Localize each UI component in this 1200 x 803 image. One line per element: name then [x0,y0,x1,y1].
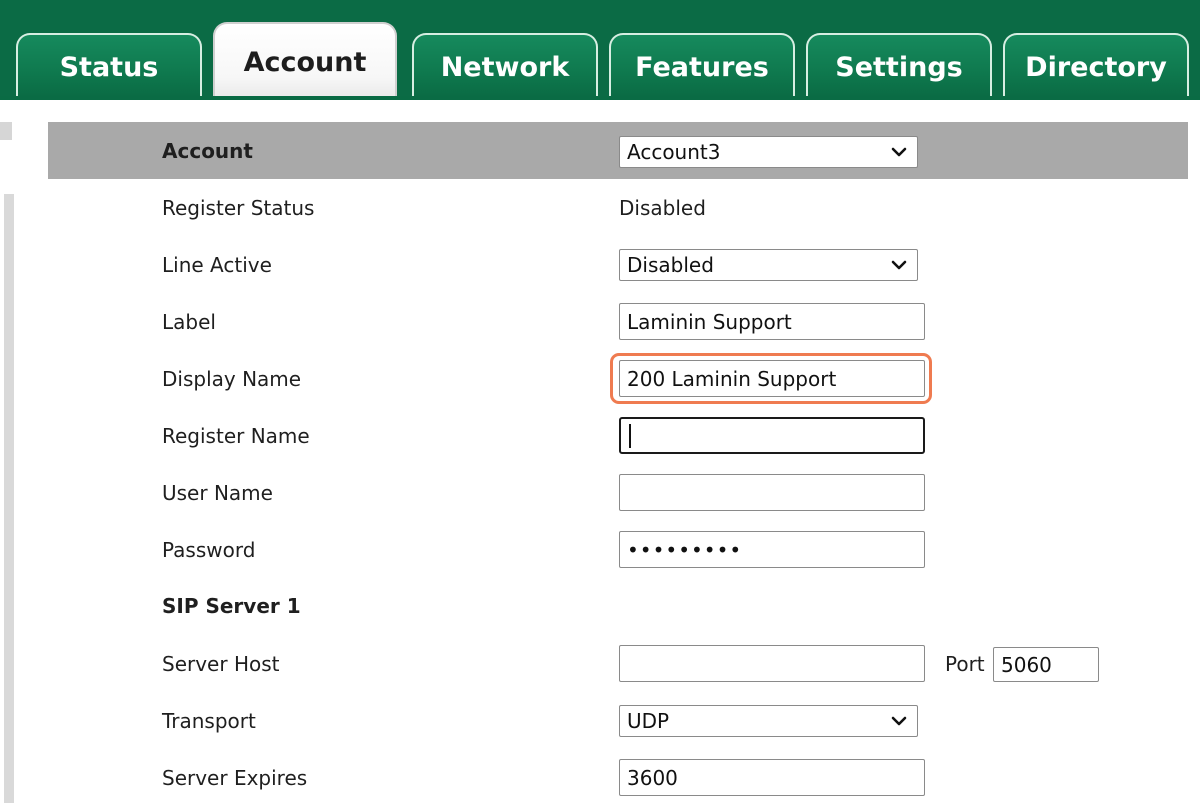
register-status-label: Register Status [162,196,315,220]
port-label: Port [945,652,985,676]
transport-select[interactable]: UDP [619,705,918,737]
password-input[interactable]: ••••••••• [619,531,925,568]
chevron-down-icon [891,716,907,726]
tab-account[interactable]: Account [213,22,397,100]
line-active-label: Line Active [162,253,272,277]
tab-features[interactable]: Features [609,33,795,99]
chevron-down-icon [891,260,907,270]
left-rail [4,194,14,803]
port-input[interactable]: 5060 [993,647,1099,682]
account-label: Account [162,139,253,163]
display-name-label: Display Name [162,367,302,391]
label-field-label: Label [162,310,216,334]
register-name-input[interactable] [619,417,925,454]
line-active-select-value: Disabled [627,253,714,277]
register-name-label: Register Name [162,424,310,448]
user-name-input[interactable] [619,474,925,511]
transport-select-value: UDP [627,709,670,733]
tab-settings-label: Settings [835,51,963,83]
label-input-value: Laminin Support [627,309,792,334]
tab-features-label: Features [635,51,769,83]
account-select-value: Account3 [627,140,721,164]
tab-status-label: Status [59,51,159,83]
tab-network[interactable]: Network [412,33,598,99]
register-status-value: Disabled [619,196,706,220]
server-host-input[interactable] [619,645,925,682]
password-label: Password [162,538,256,562]
left-rail-marker [0,122,12,140]
user-name-label: User Name [162,481,273,505]
sip-server-heading: SIP Server 1 [162,594,301,618]
server-expires-input-value: 3600 [627,765,678,790]
transport-label: Transport [162,709,256,733]
tab-directory[interactable]: Directory [1003,33,1189,99]
top-navigation-bar: Status Account Network Features Settings… [0,0,1200,100]
port-input-value: 5060 [1001,652,1052,677]
chevron-down-icon [891,147,907,157]
tab-account-label: Account [243,46,367,78]
display-name-input[interactable]: 200 Laminin Support [619,360,925,397]
text-caret [629,423,631,448]
password-input-value: ••••••••• [627,537,743,562]
server-expires-input[interactable]: 3600 [619,759,925,796]
display-name-input-value: 200 Laminin Support [627,366,837,391]
label-input[interactable]: Laminin Support [619,303,925,340]
line-active-select[interactable]: Disabled [619,249,918,281]
tab-network-label: Network [440,51,570,83]
tab-directory-label: Directory [1025,51,1167,83]
tab-status[interactable]: Status [16,33,202,99]
server-host-label: Server Host [162,652,280,676]
server-expires-label: Server Expires [162,766,308,790]
tab-settings[interactable]: Settings [806,33,992,99]
account-select[interactable]: Account3 [619,136,918,168]
